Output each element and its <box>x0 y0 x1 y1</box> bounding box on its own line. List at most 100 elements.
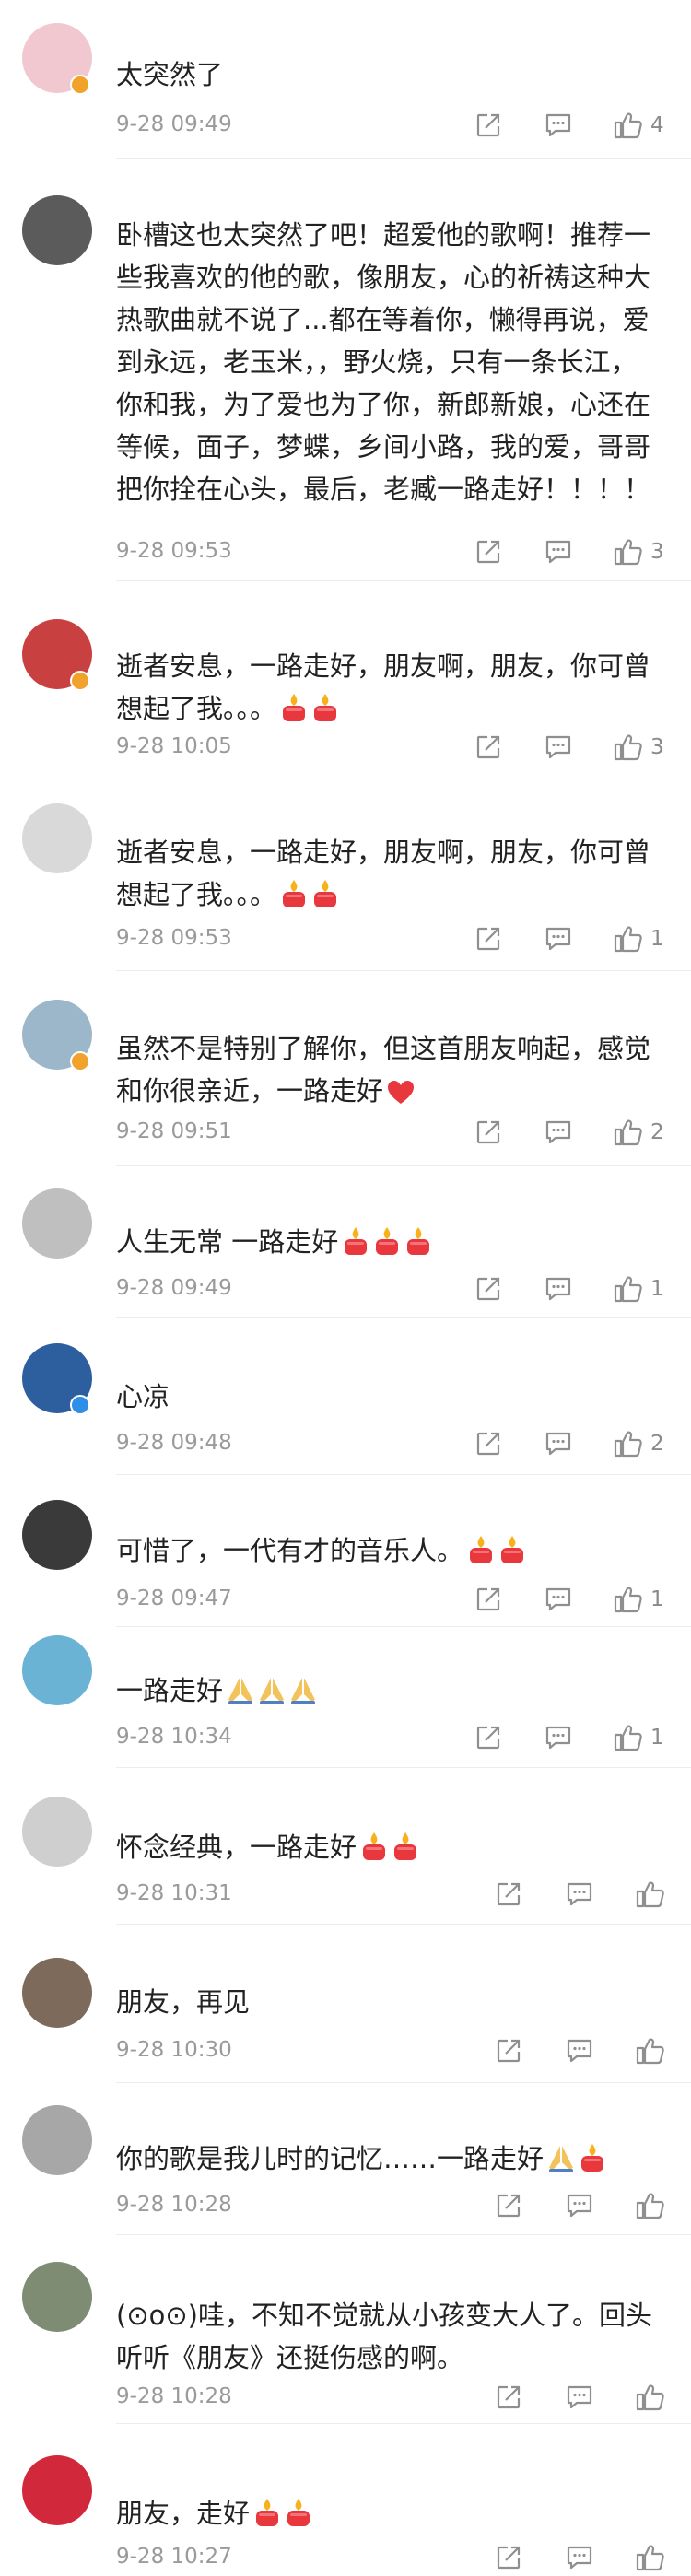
thumbs-up-icon <box>614 1275 643 1303</box>
share-button[interactable] <box>475 729 501 766</box>
share-button[interactable] <box>475 920 501 957</box>
avatar[interactable] <box>22 2262 92 2332</box>
thumbs-up-icon <box>614 111 643 139</box>
share-button[interactable] <box>475 1425 501 1462</box>
candle-icon <box>404 1225 432 1269</box>
comment-text-content: 虽然不是特别了解你，但这首朋友响起，感觉和你很亲近，一路走好 <box>116 1033 651 1107</box>
comment-timestamp: 9-28 10:34 <box>116 1725 232 1749</box>
share-button[interactable] <box>475 533 501 570</box>
share-icon <box>475 1725 501 1751</box>
comment-timestamp: 9-28 09:53 <box>116 539 232 563</box>
share-icon <box>475 539 501 565</box>
like-button[interactable] <box>636 2032 665 2069</box>
comment-timestamp: 9-28 10:28 <box>116 2193 232 2217</box>
avatar[interactable] <box>22 2105 92 2175</box>
like-button[interactable]: 3 <box>614 729 664 766</box>
comment-icon <box>545 926 572 952</box>
share-button[interactable] <box>475 1114 501 1151</box>
reply-button[interactable] <box>545 533 572 570</box>
divider <box>116 1767 691 1768</box>
like-button[interactable]: 1 <box>614 1581 664 1618</box>
avatar[interactable] <box>22 1958 92 2028</box>
divider <box>116 580 691 581</box>
candle-icon <box>373 1225 401 1269</box>
like-button[interactable]: 1 <box>614 1270 664 1307</box>
pray-icon <box>227 1675 254 1717</box>
share-button[interactable] <box>496 2032 521 2069</box>
reply-button[interactable] <box>566 1876 593 1913</box>
avatar[interactable] <box>22 1797 92 1867</box>
reply-button[interactable] <box>566 2187 593 2224</box>
comment-icon <box>545 1725 572 1751</box>
pray-icon <box>289 1675 317 1717</box>
share-button[interactable] <box>475 1581 501 1618</box>
thumbs-up-icon <box>614 925 643 953</box>
like-button[interactable] <box>636 2539 665 2576</box>
reply-button[interactable] <box>545 1114 572 1151</box>
avatar[interactable] <box>22 195 92 265</box>
comment-text-content: 逝者安息，一路走好，朋友啊，朋友，你可曾想起了我。。。 <box>116 837 651 910</box>
candle-icon <box>467 1534 495 1577</box>
share-icon <box>475 926 501 952</box>
share-button[interactable] <box>475 1270 501 1307</box>
like-button[interactable]: 2 <box>614 1114 664 1151</box>
like-button[interactable] <box>636 2379 665 2416</box>
avatar[interactable] <box>22 803 92 873</box>
comment-timestamp: 9-28 10:31 <box>116 1881 232 1905</box>
comment-icon <box>545 1431 572 1457</box>
like-button[interactable]: 2 <box>614 1425 664 1462</box>
share-button[interactable] <box>496 2379 521 2416</box>
like-button[interactable] <box>636 1876 665 1913</box>
share-button[interactable] <box>496 2187 521 2224</box>
comment-timestamp: 9-28 09:48 <box>116 1431 232 1455</box>
reply-button[interactable] <box>566 2379 593 2416</box>
comment-text-content: 卧槽这也太突然了吧！超爱他的歌啊！推荐一些我喜欢的他的歌，像朋友，心的祈祷这种大… <box>116 219 651 505</box>
reply-button[interactable] <box>545 1719 572 1756</box>
share-icon <box>475 1587 501 1612</box>
avatar[interactable] <box>22 1500 92 1570</box>
comment-icon <box>566 2193 593 2219</box>
candle-icon <box>311 878 339 921</box>
thumbs-up-icon <box>614 538 643 566</box>
reply-button[interactable] <box>545 107 572 144</box>
comment-icon <box>545 1119 572 1145</box>
comment-text: 心凉 <box>116 1376 655 1418</box>
share-button[interactable] <box>496 1876 521 1913</box>
comment-text: 逝者安息，一路走好，朋友啊，朋友，你可曾想起了我。。。 <box>116 831 655 921</box>
comment-icon <box>566 2038 593 2064</box>
reply-button[interactable] <box>566 2032 593 2069</box>
divider <box>116 1317 691 1318</box>
candle-icon <box>342 1225 369 1269</box>
comment-text-content: 一路走好 <box>116 1675 224 1706</box>
candle-icon <box>392 1831 419 1874</box>
reply-button[interactable] <box>566 2539 593 2576</box>
reply-button[interactable] <box>545 1425 572 1462</box>
like-count: 2 <box>650 1432 664 1456</box>
share-button[interactable] <box>475 107 501 144</box>
comment-text: 太突然了 <box>116 53 655 96</box>
like-button[interactable]: 1 <box>614 1719 664 1756</box>
comment-text-content: (⊙o⊙)哇，不知不觉就从小孩变大人了。回头听听《朋友》还挺伤感的啊。 <box>116 2300 652 2373</box>
heart-icon <box>387 1075 415 1118</box>
like-button[interactable]: 1 <box>614 920 664 957</box>
reply-button[interactable] <box>545 920 572 957</box>
like-count: 1 <box>650 1277 664 1301</box>
reply-button[interactable] <box>545 729 572 766</box>
candle-icon <box>579 2142 606 2185</box>
comment-text: 朋友，再见 <box>116 1981 655 2023</box>
like-button[interactable]: 3 <box>614 533 664 570</box>
share-icon <box>475 1119 501 1145</box>
avatar[interactable] <box>22 2455 92 2525</box>
share-button[interactable] <box>496 2539 521 2576</box>
like-button[interactable]: 4 <box>614 107 664 144</box>
comment-timestamp: 9-28 09:49 <box>116 1276 232 1300</box>
avatar[interactable] <box>22 1635 92 1705</box>
avatar[interactable] <box>22 1188 92 1259</box>
reply-button[interactable] <box>545 1270 572 1307</box>
comment-text: 人生无常 一路走好 <box>116 1221 655 1269</box>
share-icon <box>496 1881 521 1907</box>
share-button[interactable] <box>475 1719 501 1756</box>
like-button[interactable] <box>636 2187 665 2224</box>
reply-button[interactable] <box>545 1581 572 1618</box>
comment-icon <box>545 1276 572 1302</box>
